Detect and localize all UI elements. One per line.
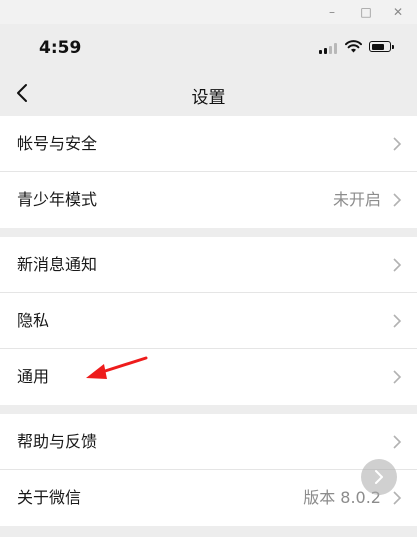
annotation-arrow-icon — [86, 356, 148, 379]
row-label: 帐号与安全 — [17, 134, 98, 153]
chevron-right-icon — [393, 370, 402, 384]
chevron-right-icon — [393, 193, 402, 207]
floating-action-button[interactable] — [361, 459, 397, 495]
row-value: 未开启 — [332, 190, 381, 209]
maximize-icon[interactable]: □ — [358, 4, 374, 20]
settings-row-help-feedback[interactable]: 帮助与反馈 — [0, 414, 417, 470]
chevron-right-icon — [393, 435, 402, 449]
row-label: 通用 — [17, 367, 50, 386]
status-time: 4:59 — [39, 38, 82, 58]
close-icon[interactable]: ✕ — [390, 4, 406, 20]
settings-row-teen-mode[interactable]: 青少年模式 未开启 — [0, 172, 417, 228]
window-title-bar: – □ ✕ — [0, 0, 417, 24]
settings-row-general[interactable]: 通用 — [0, 349, 417, 405]
page-title: 设置 — [191, 88, 226, 108]
row-label: 新消息通知 — [17, 255, 98, 274]
chevron-right-icon — [393, 314, 402, 328]
chevron-right-icon — [393, 258, 402, 272]
settings-group-account: 帐号与安全 青少年模式 未开启 — [0, 116, 417, 228]
settings-group-general: 新消息通知 隐私 通用 — [0, 237, 417, 405]
status-bar: 4:59 — [0, 24, 417, 74]
chevron-right-icon — [393, 491, 402, 505]
floating-arrow-icon — [375, 470, 383, 484]
row-label: 青少年模式 — [17, 190, 98, 209]
row-label: 隐私 — [17, 311, 50, 330]
signal-icon — [319, 42, 341, 54]
settings-group-about: 帮助与反馈 关于微信 版本 8.0.2 — [0, 414, 417, 526]
settings-row-about-wechat[interactable]: 关于微信 版本 8.0.2 — [0, 470, 417, 526]
chevron-right-icon — [393, 137, 402, 151]
wifi-icon — [345, 40, 362, 53]
row-label: 关于微信 — [17, 488, 82, 507]
settings-row-notifications[interactable]: 新消息通知 — [0, 237, 417, 293]
row-label: 帮助与反馈 — [17, 432, 98, 451]
settings-row-account-security[interactable]: 帐号与安全 — [0, 116, 417, 172]
minimize-icon[interactable]: – — [324, 4, 340, 20]
settings-row-privacy[interactable]: 隐私 — [0, 293, 417, 349]
battery-icon — [369, 41, 394, 52]
navigation-bar: 设置 — [0, 74, 417, 116]
